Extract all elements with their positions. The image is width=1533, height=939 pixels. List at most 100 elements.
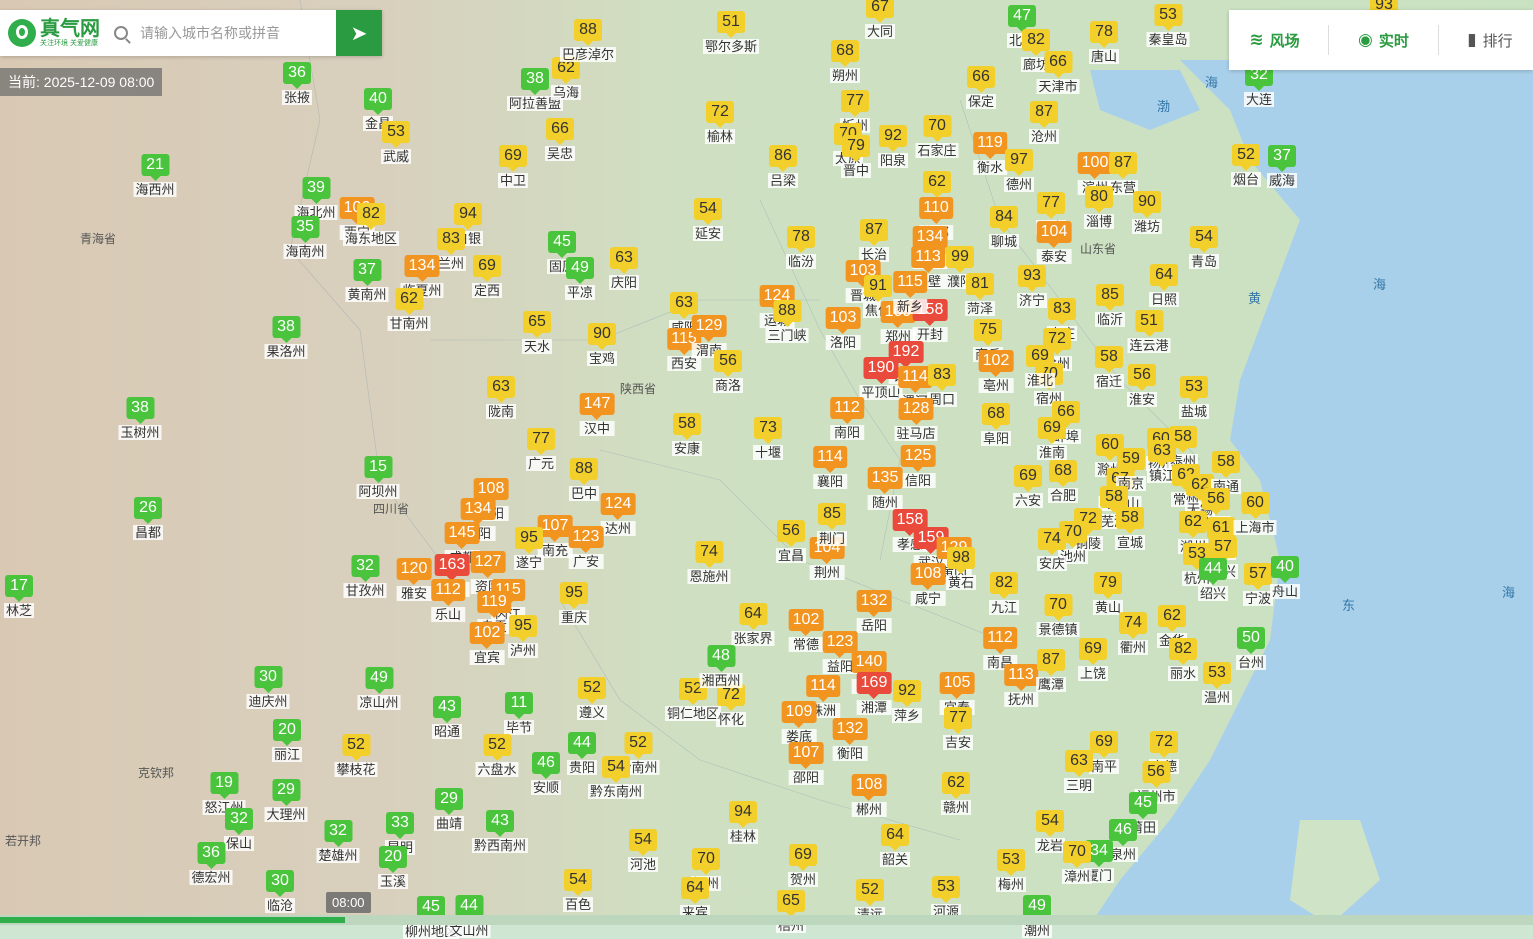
city-marker[interactable]: 81 菏泽: [964, 273, 996, 316]
city-marker[interactable]: 20 丽江: [271, 719, 303, 762]
city-marker[interactable]: 63 庆阳: [608, 247, 640, 290]
city-marker[interactable]: 112 乐山: [431, 579, 465, 622]
city-marker[interactable]: 20 玉溪: [377, 846, 409, 889]
city-marker[interactable]: 82 丽水: [1167, 638, 1199, 681]
city-marker[interactable]: 69 淮南: [1036, 417, 1068, 460]
city-marker[interactable]: 15 阿坝州: [356, 456, 400, 499]
city-marker[interactable]: 52 攀枝花: [334, 734, 378, 777]
city-marker[interactable]: 54 百色: [562, 869, 594, 912]
logo[interactable]: 真气网 关注环境 关爱健康: [0, 10, 110, 56]
city-marker[interactable]: 46 安顺: [530, 752, 562, 795]
city-marker[interactable]: 60 上海市: [1233, 492, 1277, 535]
city-marker[interactable]: 109 娄底: [781, 701, 817, 744]
city-marker[interactable]: 66 天津市: [1036, 51, 1080, 94]
city-marker[interactable]: 54 黔东南州: [587, 756, 645, 799]
city-marker[interactable]: 88 三门峡: [765, 300, 809, 343]
city-marker[interactable]: 69 淮北: [1024, 345, 1056, 388]
city-marker[interactable]: 115 新乡: [893, 271, 927, 314]
city-marker[interactable]: 87 鹰潭: [1035, 649, 1067, 692]
city-marker[interactable]: 35 海南州: [283, 216, 327, 259]
city-marker[interactable]: 49 凉山州: [357, 667, 401, 710]
city-marker[interactable]: 11 毕节: [503, 692, 535, 735]
city-marker[interactable]: 52 六盘水: [475, 734, 519, 777]
city-marker[interactable]: 125 信阳: [900, 445, 936, 488]
city-marker[interactable]: 73 十堰: [752, 417, 784, 460]
city-marker[interactable]: 97 德州: [1003, 149, 1035, 192]
city-marker[interactable]: 58 安康: [671, 413, 703, 456]
city-marker[interactable]: 77 广元: [525, 428, 557, 471]
city-marker[interactable]: 95 遂宁: [513, 527, 545, 570]
city-marker[interactable]: 51 连云港: [1127, 310, 1171, 353]
city-marker[interactable]: 86 吕梁: [767, 145, 799, 188]
city-marker[interactable]: 69 定西: [471, 255, 503, 298]
city-marker[interactable]: 21 海西州: [133, 154, 177, 197]
city-marker[interactable]: 108 郴州: [851, 774, 887, 817]
city-marker[interactable]: 26 昌都: [132, 497, 164, 540]
city-marker[interactable]: 95 重庆: [558, 582, 590, 625]
city-marker[interactable]: 64 日照: [1148, 264, 1180, 307]
city-marker[interactable]: 66 保定: [965, 66, 997, 109]
city-marker[interactable]: 123 广安: [568, 526, 604, 569]
city-marker[interactable]: 85 临沂: [1094, 284, 1126, 327]
city-marker[interactable]: 38 果洛州: [264, 316, 308, 359]
city-marker[interactable]: 190 平顶山: [859, 357, 903, 400]
city-marker[interactable]: 69 贺州: [787, 844, 819, 887]
city-marker[interactable]: 43 昭通: [431, 696, 463, 739]
city-marker[interactable]: 68 合肥: [1047, 460, 1079, 503]
city-marker[interactable]: 90 潍坊: [1131, 191, 1163, 234]
city-marker[interactable]: 65 梧州: [775, 890, 807, 933]
city-marker[interactable]: 56 宜昌: [775, 520, 807, 563]
city-marker[interactable]: 132 岳阳: [856, 590, 892, 633]
city-marker[interactable]: 78 临汾: [785, 226, 817, 269]
city-marker[interactable]: 51 鄂尔多斯: [702, 11, 760, 54]
city-marker[interactable]: 87 长治: [858, 219, 890, 262]
city-marker[interactable]: 112 南阳: [830, 397, 864, 440]
city-marker[interactable]: 119 衡水: [973, 132, 1007, 175]
city-marker[interactable]: 102 宜宾: [469, 622, 505, 665]
city-marker[interactable]: 80 淄博: [1083, 186, 1115, 229]
city-marker[interactable]: 87 沧州: [1028, 101, 1060, 144]
city-marker[interactable]: 78 唐山: [1088, 21, 1120, 64]
city-marker[interactable]: 56 商洛: [712, 350, 744, 393]
city-marker[interactable]: 82 九江: [988, 572, 1020, 615]
city-marker[interactable]: 53 秦皇岛: [1146, 4, 1190, 47]
city-marker[interactable]: 103 洛阳: [825, 307, 861, 350]
city-marker[interactable]: 56 淮安: [1126, 364, 1158, 407]
city-marker[interactable]: 69 上饶: [1077, 638, 1109, 681]
city-marker[interactable]: 59 南京: [1115, 448, 1147, 491]
city-marker[interactable]: 53 河源: [930, 876, 962, 919]
city-marker[interactable]: 85 荆门: [816, 503, 848, 546]
search-input[interactable]: [138, 17, 336, 49]
city-marker[interactable]: 90 宝鸡: [586, 323, 618, 366]
city-marker[interactable]: 62 赣州: [940, 772, 972, 815]
city-marker[interactable]: 52 遵义: [576, 677, 608, 720]
city-marker[interactable]: 53 温州: [1201, 662, 1233, 705]
realtime-button[interactable]: ◉ 实时: [1346, 30, 1421, 51]
city-marker[interactable]: 58 宣城: [1114, 507, 1146, 550]
city-marker[interactable]: 92 阳泉: [877, 125, 909, 168]
city-marker[interactable]: 135 随州: [867, 467, 903, 510]
city-marker[interactable]: 69 六安: [1012, 465, 1044, 508]
ranking-button[interactable]: ▮ 排行: [1455, 30, 1524, 51]
city-marker[interactable]: 65 天水: [521, 311, 553, 354]
city-marker[interactable]: 102 常德: [788, 609, 824, 652]
city-marker[interactable]: 64 韶关: [879, 824, 911, 867]
city-marker[interactable]: 94 桂林: [727, 801, 759, 844]
city-marker[interactable]: 62 乌海: [550, 57, 582, 100]
city-marker[interactable]: 32 大连: [1243, 64, 1275, 107]
city-marker[interactable]: 72 榆林: [704, 101, 736, 144]
city-marker[interactable]: 82 海东地区: [342, 203, 400, 246]
air-quality-map[interactable]: 36 张掖 40 金昌 53 武威 21 海西州 38 阿拉善盟 62 乌海 88 巴彦淖尔 66 吴忠 69 中…: [0, 0, 1533, 939]
city-marker[interactable]: 113 抚州: [1004, 664, 1038, 707]
city-marker[interactable]: 54 青岛: [1188, 226, 1220, 269]
city-marker[interactable]: 147 汉中: [579, 393, 615, 436]
city-marker[interactable]: 63 陇南: [485, 376, 517, 419]
city-marker[interactable]: 54 龙岩: [1034, 810, 1066, 853]
city-marker[interactable]: 30 迪庆州: [246, 666, 290, 709]
city-marker[interactable]: 53 武威: [380, 121, 412, 164]
city-marker[interactable]: 39 海北州: [294, 177, 338, 220]
city-marker[interactable]: 29 曲靖: [433, 788, 465, 831]
city-marker[interactable]: 54 延安: [692, 198, 724, 241]
city-marker[interactable]: 120 雅安: [396, 558, 432, 601]
city-marker[interactable]: 48 湘西州: [699, 645, 743, 688]
